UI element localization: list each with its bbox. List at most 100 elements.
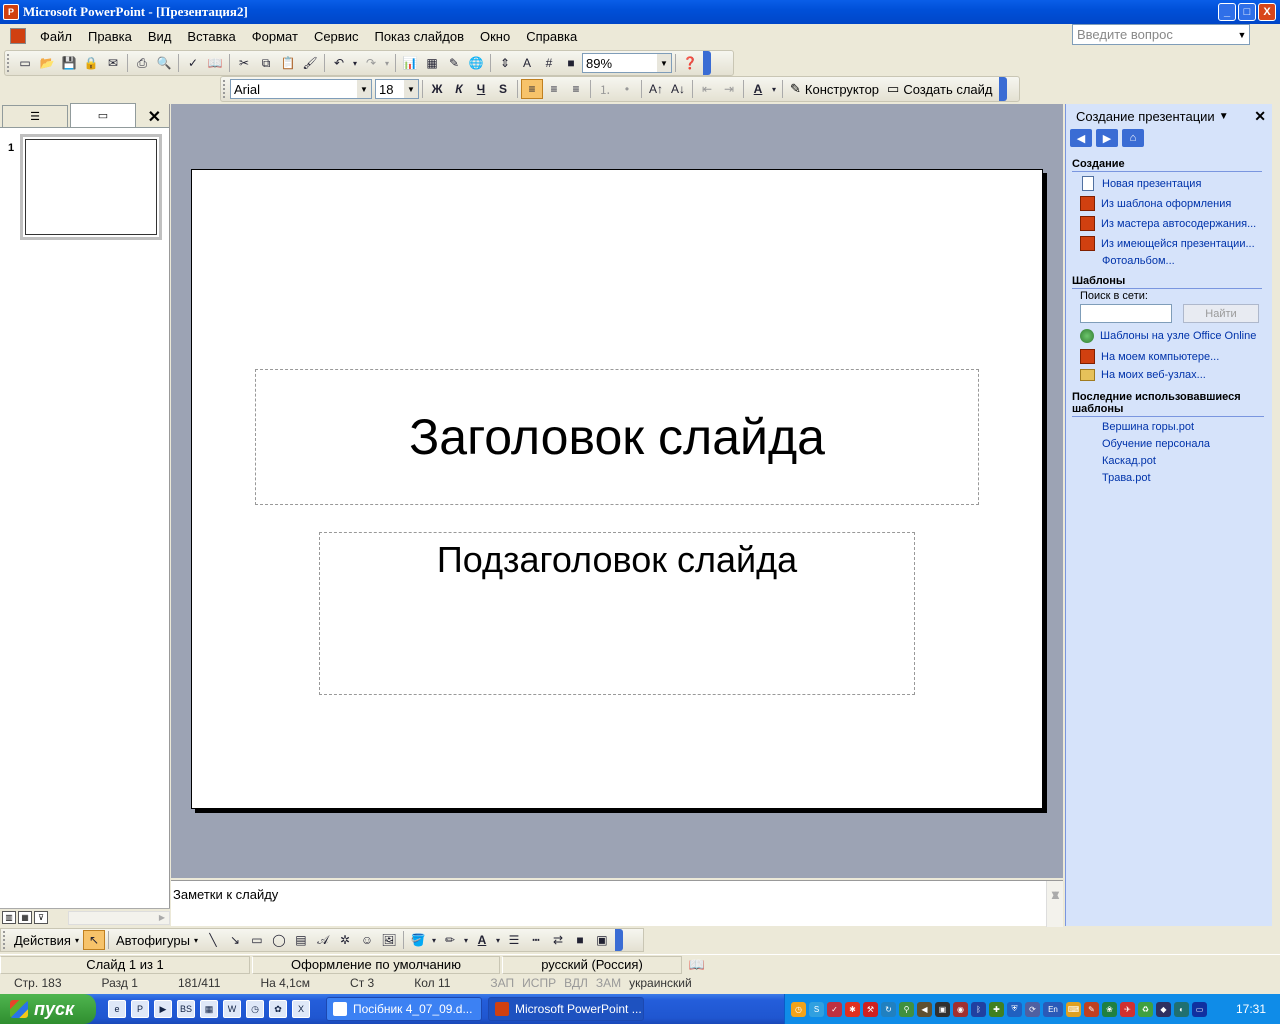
ask-question-input[interactable]: Введите вопрос ▼ [1072, 24, 1250, 45]
tray-app-icon[interactable]: ✎ [1084, 1001, 1099, 1017]
search-button[interactable]: Найти [1183, 304, 1259, 323]
insert-table-icon[interactable]: ▦ [421, 53, 443, 73]
bs-icon[interactable]: BS [177, 1000, 195, 1018]
tray-keyboard-icon[interactable]: ⌨ [1066, 1001, 1081, 1017]
autoshapes-menu[interactable]: Автофигуры ▾ [112, 930, 202, 950]
designer-button[interactable]: ✎ Конструктор [786, 79, 883, 99]
toolbar-grip[interactable] [3, 931, 7, 949]
redo-icon[interactable]: ↷ [360, 53, 382, 73]
clipart-icon[interactable]: ☺ [356, 930, 378, 950]
link-my-websites[interactable]: На моих веб-узлах... [1080, 369, 1206, 381]
calculator-icon[interactable]: ▦ [200, 1000, 218, 1018]
toolbar-options-button[interactable] [998, 77, 1007, 101]
tray-app2-icon[interactable]: ❀ [1102, 1001, 1117, 1017]
bold-button[interactable]: Ж [426, 79, 448, 99]
tray-security-icon[interactable]: ⛨ [1007, 1001, 1022, 1017]
tray-tool-icon[interactable]: ⚒ [863, 1001, 878, 1017]
arrow-style-icon[interactable]: ⇄ [547, 930, 569, 950]
menu-insert[interactable]: Вставка [179, 29, 243, 44]
chevron-down-icon[interactable]: ▼ [404, 80, 418, 98]
tray-network-icon[interactable]: ⚲ [899, 1001, 914, 1017]
forward-icon[interactable]: ▶ [1096, 129, 1118, 147]
menu-format[interactable]: Формат [244, 29, 306, 44]
picture-icon[interactable]: 🖼 [378, 930, 400, 950]
tray-app6-icon[interactable]: ◐ [1174, 1001, 1189, 1017]
spelling-icon[interactable]: ✓ [182, 53, 204, 73]
arrow-icon[interactable]: ↘ [224, 930, 246, 950]
print-preview-icon[interactable]: 🔍 [153, 53, 175, 73]
help-icon[interactable]: ❓ [679, 53, 701, 73]
chevron-down-icon[interactable]: ▾ [769, 79, 779, 99]
tray-monitor-icon[interactable]: ▣ [935, 1001, 950, 1017]
tray-bluetooth-icon[interactable]: ᛒ [971, 1001, 986, 1017]
copy-icon[interactable]: ⧉ [255, 53, 277, 73]
notes-pane[interactable]: Заметки к слайду ▲ ▼ [171, 880, 1063, 927]
tray-app4-icon[interactable]: ♻ [1138, 1001, 1153, 1017]
picasa-icon[interactable]: ✿ [269, 1000, 287, 1018]
link-my-computer[interactable]: На моем компьютере... [1080, 349, 1219, 364]
print-icon[interactable]: ⎙ [131, 53, 153, 73]
horizontal-scrollbar[interactable]: ▶ [68, 910, 170, 925]
link-autocontent-wizard[interactable]: Из мастера автосодержания... [1080, 216, 1256, 231]
shadow-style-icon[interactable]: ■ [569, 930, 591, 950]
underline-button[interactable]: Ч [470, 79, 492, 99]
tray-antivirus-icon[interactable]: ✓ [827, 1001, 842, 1017]
chevron-right-icon[interactable]: ▶ [155, 912, 169, 924]
menu-help[interactable]: Справка [518, 29, 585, 44]
line-icon[interactable]: ╲ [202, 930, 224, 950]
tab-outline[interactable]: ☰ [2, 105, 68, 127]
hyperlink-icon[interactable]: 🌐 [465, 53, 487, 73]
search-input[interactable] [1080, 304, 1172, 323]
grid-icon[interactable]: # [538, 53, 560, 73]
chevron-down-icon[interactable]: ▾ [429, 930, 439, 950]
minimize-button[interactable]: _ [1218, 3, 1236, 21]
home-icon[interactable]: ⌂ [1122, 129, 1144, 147]
chevron-down-icon[interactable]: ▼ [1219, 111, 1229, 122]
show-formatting-icon[interactable]: A [516, 53, 538, 73]
slide-sorter-icon[interactable]: ▦ [18, 911, 32, 924]
word-icon[interactable]: W [223, 1000, 241, 1018]
fill-color-icon[interactable]: 🪣 [407, 930, 429, 950]
spelling-status-icon[interactable]: 📖 [684, 956, 710, 974]
italic-button[interactable]: К [448, 79, 470, 99]
tray-skype-icon[interactable]: S [809, 1001, 824, 1017]
slideshow-icon[interactable]: ⊽ [34, 911, 48, 924]
menu-view[interactable]: Вид [140, 29, 180, 44]
recent-template[interactable]: Обучение персонала [1102, 438, 1210, 450]
align-right-icon[interactable]: ≡ [565, 79, 587, 99]
clock-icon[interactable]: ◷ [246, 1000, 264, 1018]
tray-display-icon[interactable]: ▭ [1192, 1001, 1207, 1017]
rectangle-icon[interactable]: ▭ [246, 930, 268, 950]
chevron-down-icon[interactable]: ▾ [350, 53, 360, 73]
diagram-icon[interactable]: ✲ [334, 930, 356, 950]
new-document-icon[interactable]: ▭ [14, 53, 36, 73]
tray-update-icon[interactable]: ✚ [989, 1001, 1004, 1017]
recent-template[interactable]: Трава.pot [1102, 472, 1151, 484]
shadow-button[interactable]: S [492, 79, 514, 99]
wordart-icon[interactable]: 𝒜 [312, 930, 334, 950]
toolbar-grip[interactable] [223, 80, 227, 98]
cut-icon[interactable]: ✂ [233, 53, 255, 73]
close-icon[interactable]: ✕ [148, 107, 161, 127]
tray-recycle-icon[interactable]: ↻ [881, 1001, 896, 1017]
decrease-indent-icon[interactable]: ⇤ [696, 79, 718, 99]
tab-slides[interactable]: ▭ [70, 103, 136, 127]
increase-indent-icon[interactable]: ⇥ [718, 79, 740, 99]
clock[interactable]: 17:31 [1236, 1002, 1266, 1016]
align-left-icon[interactable]: ≡ [521, 79, 543, 99]
increase-font-icon[interactable]: A↑ [645, 79, 667, 99]
tray-ant-icon[interactable]: ✱ [845, 1001, 860, 1017]
dash-style-icon[interactable]: ┅ [525, 930, 547, 950]
new-slide-button[interactable]: ▭ Создать слайд [883, 79, 996, 99]
toolbar-grip[interactable] [7, 54, 11, 72]
align-center-icon[interactable]: ≡ [543, 79, 565, 99]
textbox-icon[interactable]: ▤ [290, 930, 312, 950]
expand-all-icon[interactable]: ⇕ [494, 53, 516, 73]
powerpoint-icon[interactable]: P [131, 1000, 149, 1018]
tables-borders-icon[interactable]: ✎ [443, 53, 465, 73]
task-word-document[interactable]: Посібник 4_07_09.d... [326, 997, 482, 1021]
start-button[interactable]: пуск [0, 994, 96, 1024]
actions-menu[interactable]: Действия ▾ [10, 930, 83, 950]
task-pane-title[interactable]: Создание презентации [1076, 109, 1215, 124]
document-icon[interactable] [10, 28, 26, 44]
